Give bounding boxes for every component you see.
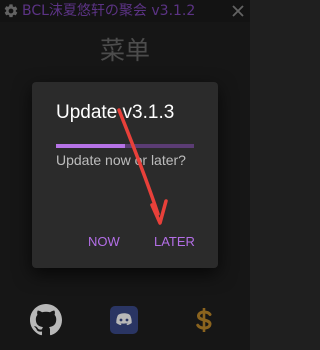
later-button[interactable]: LATER xyxy=(154,234,195,250)
dialog-message: Update now or later? xyxy=(56,152,186,168)
update-progress-fill xyxy=(56,144,125,148)
update-dialog: Update v3.1.3 Update now or later? NOW L… xyxy=(32,82,218,268)
app-window: BCL沫夏悠轩の聚会 v3.1.2 菜单 Update v3.1.3 Updat… xyxy=(0,0,250,350)
now-button[interactable]: NOW xyxy=(88,234,120,250)
dialog-title: Update v3.1.3 xyxy=(56,102,175,123)
update-progress-bar xyxy=(56,144,194,148)
